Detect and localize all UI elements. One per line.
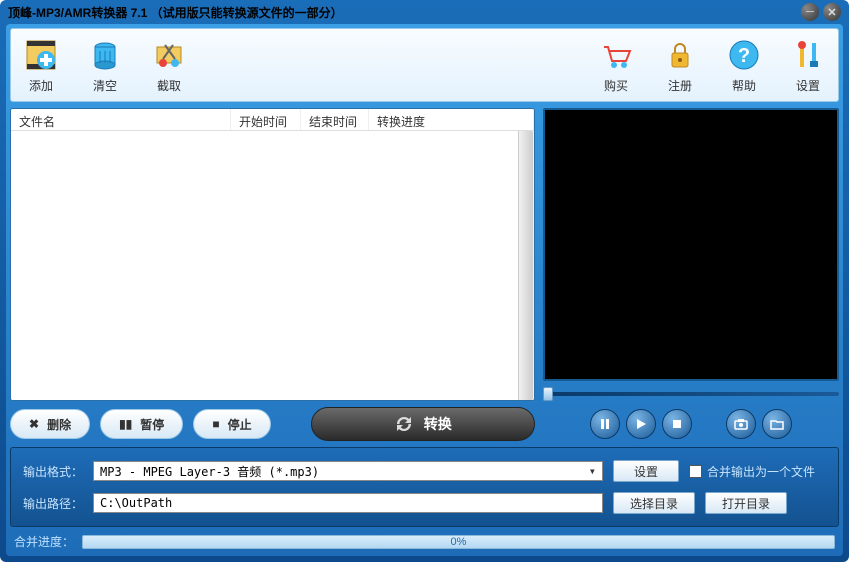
cut-button[interactable]: 截取 xyxy=(151,37,187,94)
pause-label: 暂停 xyxy=(140,416,164,433)
buy-label: 购买 xyxy=(604,77,628,94)
file-list-header: 文件名 开始时间 结束时间 转换进度 xyxy=(11,109,534,131)
format-label: 输出格式： xyxy=(23,463,83,480)
help-icon: ? xyxy=(726,37,762,73)
seek-bar[interactable] xyxy=(543,387,839,401)
media-play-button[interactable] xyxy=(626,409,656,439)
add-icon xyxy=(23,37,59,73)
overall-progress-label: 合并进度： xyxy=(14,533,74,550)
settings-button[interactable]: 设置 xyxy=(790,37,826,94)
file-list-body[interactable] xyxy=(11,131,534,400)
svg-text:?: ? xyxy=(738,45,750,67)
media-pause-button[interactable] xyxy=(590,409,620,439)
main-content: 文件名 开始时间 结束时间 转换进度 ✖ 删除 xyxy=(10,108,839,441)
help-label: 帮助 xyxy=(732,77,756,94)
open-dir-button[interactable]: 打开目录 xyxy=(705,492,787,514)
refresh-icon xyxy=(394,414,414,434)
overall-progress-bar: 0% xyxy=(82,535,835,549)
action-row: ✖ 删除 ▮▮ 暂停 ■ 停止 转换 xyxy=(10,407,535,441)
main-toolbar: 添加 清空 截取 购买 xyxy=(10,28,839,102)
add-button[interactable]: 添加 xyxy=(23,37,59,94)
clear-label: 清空 xyxy=(93,77,117,94)
path-label: 输出路径： xyxy=(23,495,83,512)
minimize-button[interactable]: ─ xyxy=(801,3,819,21)
seek-thumb[interactable] xyxy=(543,387,553,401)
stop-label: 停止 xyxy=(228,416,252,433)
path-row: 输出路径： C:\OutPath 选择目录 打开目录 xyxy=(23,492,826,514)
col-progress[interactable]: 转换进度 xyxy=(369,109,534,130)
pause-icon: ▮▮ xyxy=(119,417,132,431)
stop-icon: ■ xyxy=(212,417,219,431)
col-start[interactable]: 开始时间 xyxy=(231,109,301,130)
preview-panel xyxy=(543,108,839,381)
register-label: 注册 xyxy=(668,77,692,94)
pause-button[interactable]: ▮▮ 暂停 xyxy=(100,409,183,439)
merge-checkbox-wrap[interactable]: 合并输出为一个文件 xyxy=(689,463,815,480)
col-end[interactable]: 结束时间 xyxy=(301,109,369,130)
cut-icon xyxy=(151,37,187,73)
path-input[interactable]: C:\OutPath xyxy=(93,493,603,513)
merge-checkbox[interactable] xyxy=(689,465,702,478)
help-button[interactable]: ? 帮助 xyxy=(726,37,762,94)
left-pane: 文件名 开始时间 结束时间 转换进度 ✖ 删除 xyxy=(10,108,535,441)
format-settings-button[interactable]: 设置 xyxy=(613,460,679,482)
scrollbar-thumb[interactable] xyxy=(520,131,533,400)
chevron-down-icon: ▾ xyxy=(589,464,596,478)
lock-icon xyxy=(662,37,698,73)
settings-label: 设置 xyxy=(796,77,820,94)
add-label: 添加 xyxy=(29,77,53,94)
merge-label: 合并输出为一个文件 xyxy=(707,463,815,480)
media-controls xyxy=(543,407,839,441)
clear-button[interactable]: 清空 xyxy=(87,37,123,94)
output-panel: 输出格式： MP3 - MPEG Layer-3 音频 (*.mp3) ▾ 设置… xyxy=(10,447,839,527)
tools-icon xyxy=(790,37,826,73)
file-list[interactable]: 文件名 开始时间 结束时间 转换进度 xyxy=(10,108,535,401)
seek-track[interactable] xyxy=(543,392,839,396)
overall-progress-percent: 0% xyxy=(451,536,467,548)
convert-label: 转换 xyxy=(424,414,452,434)
overall-progress-row: 合并进度： 0% xyxy=(10,533,839,552)
media-stop-button[interactable] xyxy=(662,409,692,439)
path-value: C:\OutPath xyxy=(100,496,172,510)
convert-button[interactable]: 转换 xyxy=(311,407,535,441)
app-window: 顶峰-MP3/AMR转换器 7.1 （试用版只能转换源文件的一部分） ─ ✕ 添… xyxy=(0,0,849,562)
x-icon: ✖ xyxy=(29,417,39,431)
stop-button[interactable]: ■ 停止 xyxy=(193,409,270,439)
window-controls: ─ ✕ xyxy=(801,3,841,21)
choose-dir-button[interactable]: 选择目录 xyxy=(613,492,695,514)
right-pane xyxy=(543,108,839,441)
open-folder-button[interactable] xyxy=(762,409,792,439)
buy-button[interactable]: 购买 xyxy=(598,37,634,94)
format-value: MP3 - MPEG Layer-3 音频 (*.mp3) xyxy=(100,463,319,480)
delete-label: 删除 xyxy=(47,416,71,433)
content-area: 添加 清空 截取 购买 xyxy=(6,24,843,556)
snapshot-button[interactable] xyxy=(726,409,756,439)
format-row: 输出格式： MP3 - MPEG Layer-3 音频 (*.mp3) ▾ 设置… xyxy=(23,460,826,482)
delete-button[interactable]: ✖ 删除 xyxy=(10,409,90,439)
cart-icon xyxy=(598,37,634,73)
format-select[interactable]: MP3 - MPEG Layer-3 音频 (*.mp3) ▾ xyxy=(93,461,603,481)
col-filename[interactable]: 文件名 xyxy=(11,109,231,130)
titlebar: 顶峰-MP3/AMR转换器 7.1 （试用版只能转换源文件的一部分） ─ ✕ xyxy=(0,0,849,24)
clear-icon xyxy=(87,37,123,73)
cut-label: 截取 xyxy=(157,77,181,94)
close-button[interactable]: ✕ xyxy=(823,3,841,21)
register-button[interactable]: 注册 xyxy=(662,37,698,94)
scrollbar-vertical[interactable] xyxy=(518,131,534,400)
window-title: 顶峰-MP3/AMR转换器 7.1 （试用版只能转换源文件的一部分） xyxy=(8,4,801,21)
